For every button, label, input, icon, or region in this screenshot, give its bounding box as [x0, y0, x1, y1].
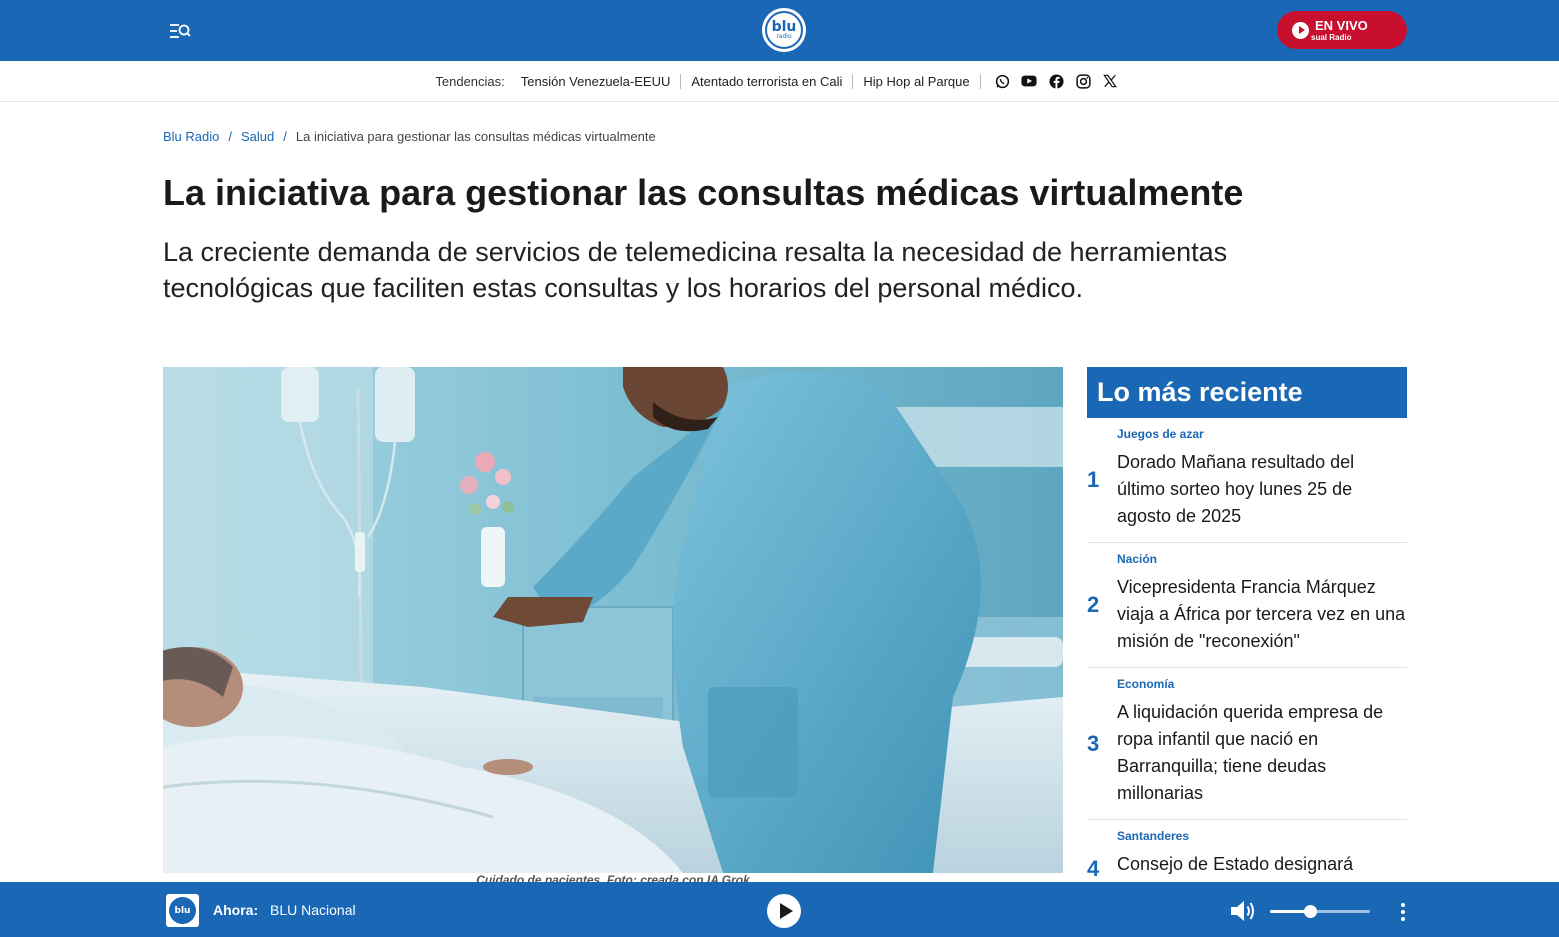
now-playing-label: Ahora: — [213, 902, 259, 918]
youtube-icon[interactable] — [1021, 73, 1037, 89]
article-subtitle: La creciente demanda de servicios de tel… — [163, 237, 1228, 303]
trend-link-3[interactable]: Hip Hop al Parque — [853, 73, 981, 89]
logo-subtext: radio — [776, 32, 792, 40]
breadcrumb-separator: / — [228, 129, 232, 144]
news-rank: 2 — [1087, 592, 1100, 617]
play-icon — [1292, 21, 1309, 39]
trend-link-2[interactable]: Atentado terrorista en Cali — [681, 73, 854, 89]
whatsapp-icon[interactable] — [994, 73, 1010, 89]
volume-icon[interactable] — [1229, 898, 1257, 924]
news-category[interactable]: Nación — [1117, 552, 1407, 566]
station-logo: blu — [166, 894, 199, 927]
more-options-icon[interactable] — [1397, 901, 1409, 923]
news-headline[interactable]: A liquidación querida empresa de ropa in… — [1117, 699, 1407, 807]
news-category[interactable]: Juegos de azar — [1117, 427, 1407, 441]
latest-news-sidebar: Lo más reciente 1 Juegos de azar Dorado … — [1087, 367, 1407, 918]
play-button[interactable] — [767, 894, 801, 928]
station-logo-text: blu — [169, 897, 196, 924]
audio-player-bar: blu Ahora: BLU Nacional — [0, 882, 1559, 937]
sidebar-title: Lo más reciente — [1087, 367, 1407, 418]
trends-bar: Tendencias: Tensión Venezuela-EEUU Atent… — [0, 61, 1559, 102]
breadcrumb-separator: / — [283, 129, 287, 144]
instagram-icon[interactable] — [1075, 73, 1091, 89]
breadcrumb: Blu Radio / Salud / La iniciativa para g… — [163, 129, 656, 144]
top-header: blu radio EN VIVO sual Radio — [0, 0, 1559, 61]
news-category[interactable]: Economía — [1117, 677, 1407, 691]
trend-link-1[interactable]: Tensión Venezuela-EEUU — [521, 73, 682, 89]
article-title: La iniciativa para gestionar las consult… — [163, 172, 1244, 213]
now-playing: Ahora: BLU Nacional — [213, 902, 356, 918]
facebook-icon[interactable] — [1048, 73, 1064, 89]
live-sublabel: sual Radio — [1311, 32, 1352, 42]
news-rank: 4 — [1087, 855, 1100, 881]
breadcrumb-section[interactable]: Salud — [241, 129, 274, 144]
news-item[interactable]: 2 Nación Vicepresidenta Francia Márquez … — [1087, 543, 1407, 668]
volume-knob[interactable] — [1304, 905, 1317, 918]
breadcrumb-home[interactable]: Blu Radio — [163, 129, 219, 144]
social-links — [989, 73, 1124, 89]
news-headline[interactable]: Dorado Mañana resultado del último sorte… — [1117, 449, 1407, 530]
live-button[interactable]: EN VIVO sual Radio — [1277, 11, 1407, 49]
news-headline[interactable]: Vicepresidenta Francia Márquez viaja a Á… — [1117, 574, 1407, 655]
hero-image — [163, 367, 1063, 873]
logo-text: blu — [771, 18, 797, 35]
news-category[interactable]: Santanderes — [1117, 829, 1407, 843]
site-logo[interactable]: blu radio — [762, 8, 806, 52]
news-item[interactable]: 1 Juegos de azar Dorado Mañana resultado… — [1087, 418, 1407, 543]
x-icon[interactable] — [1102, 73, 1118, 89]
trends-label: Tendencias: — [435, 73, 505, 89]
station-name: BLU Nacional — [270, 902, 356, 918]
news-rank: 1 — [1087, 467, 1100, 492]
news-item[interactable]: 3 Economía A liquidación querida empresa… — [1087, 668, 1407, 820]
menu-search-icon[interactable] — [168, 20, 192, 42]
news-rank: 3 — [1087, 730, 1100, 756]
live-label: EN VIVO — [1315, 17, 1368, 33]
breadcrumb-current: La iniciativa para gestionar las consult… — [295, 129, 656, 144]
volume-slider[interactable] — [1270, 905, 1370, 918]
